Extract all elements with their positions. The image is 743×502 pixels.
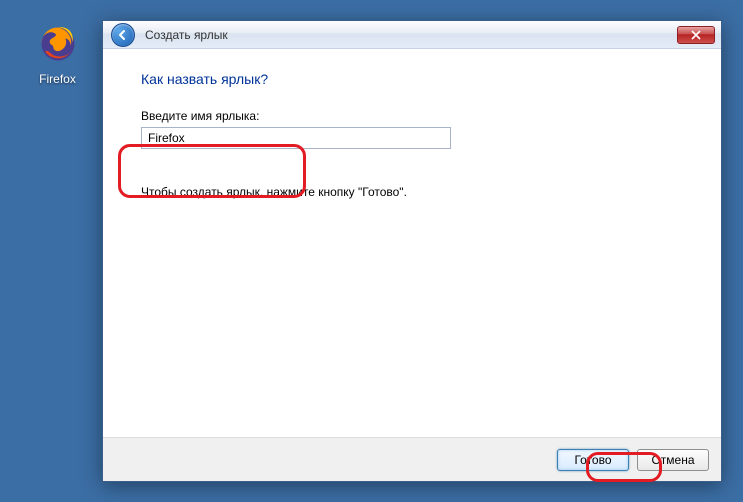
page-title: Как назвать ярлык? [141, 71, 683, 87]
cancel-button[interactable]: Отмена [637, 449, 709, 471]
shortcut-name-input[interactable] [141, 127, 451, 149]
dialog-footer: Готово Отмена [103, 437, 721, 481]
titlebar-title: Создать ярлык [145, 28, 667, 42]
create-shortcut-dialog: Создать ярлык Как назвать ярлык? Введите… [102, 20, 722, 482]
titlebar: Создать ярлык [103, 21, 721, 49]
close-icon [691, 30, 701, 40]
hint-text: Чтобы создать ярлык, нажмите кнопку "Гот… [141, 185, 683, 199]
firefox-icon [34, 20, 82, 68]
desktop-shortcut-label: Firefox [39, 72, 76, 86]
finish-button[interactable]: Готово [557, 449, 629, 471]
dialog-content: Как назвать ярлык? Введите имя ярлыка: Ч… [103, 49, 721, 437]
arrow-left-icon [116, 28, 130, 42]
close-button[interactable] [677, 26, 715, 44]
back-button[interactable] [111, 23, 135, 47]
desktop-shortcut-firefox[interactable]: Firefox [20, 20, 95, 86]
name-field-label: Введите имя ярлыка: [141, 109, 683, 123]
